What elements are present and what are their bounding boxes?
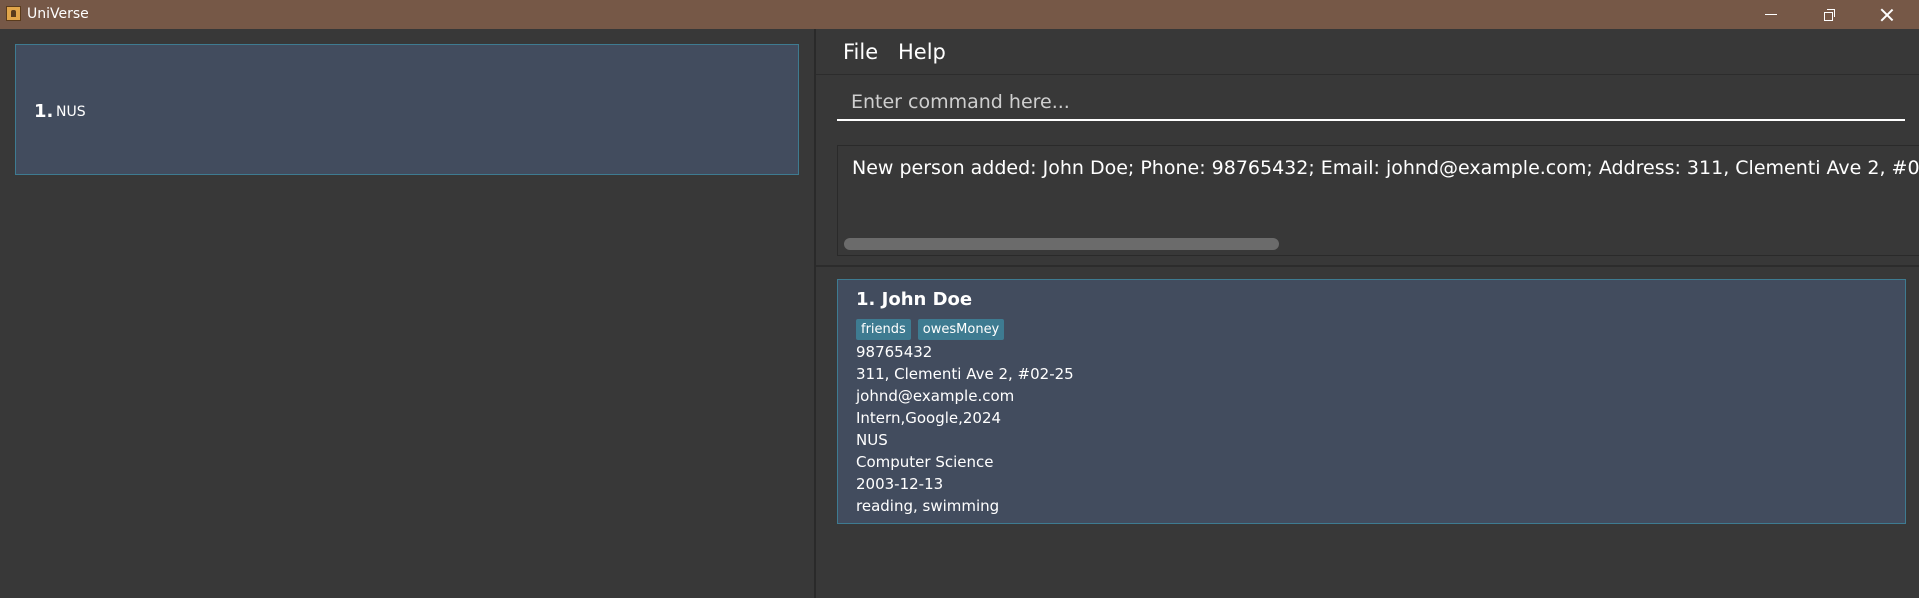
person-phone: 98765432 (856, 343, 933, 361)
university-list-panel: 1. NUS (0, 29, 814, 598)
command-input[interactable] (837, 85, 1905, 121)
menu-bar: File Help (816, 29, 1919, 74)
person-details: 98765432 311, Clementi Ave 2, #02-25 joh… (856, 341, 1074, 517)
main-panel: File Help New person added: John Doe; Ph… (816, 29, 1919, 598)
window-title: UniVerse (27, 6, 89, 22)
restore-icon (1823, 9, 1835, 21)
menu-help[interactable]: Help (898, 39, 946, 65)
close-button[interactable] (1858, 0, 1916, 29)
university-card[interactable]: 1. NUS (15, 44, 799, 175)
result-display[interactable]: New person added: John Doe; Phone: 98765… (837, 145, 1919, 256)
result-message: New person added: John Doe; Phone: 98765… (852, 157, 1919, 179)
university-name: NUS (56, 104, 86, 120)
app-window: UniVerse 1. NUS File Help New person add… (0, 0, 1919, 598)
tag-badge: friends (856, 319, 911, 340)
person-birthday: 2003-12-13 (856, 475, 944, 493)
panel-separator (816, 265, 1919, 267)
person-interests: reading, swimming (856, 497, 1000, 515)
tag-list: friends owesMoney (856, 319, 1005, 340)
close-icon (1880, 8, 1894, 22)
person-major: Computer Science (856, 453, 994, 471)
title-bar[interactable]: UniVerse (0, 0, 1919, 29)
command-box (816, 74, 1919, 131)
tag-badge: owesMoney (917, 319, 1005, 340)
person-address: 311, Clementi Ave 2, #02-25 (856, 365, 1074, 383)
minimize-icon (1765, 14, 1777, 15)
university-index: 1. (34, 101, 54, 122)
person-email: johnd@example.com (856, 387, 1015, 405)
person-internship: Intern,Google,2024 (856, 409, 1002, 427)
menu-file[interactable]: File (843, 39, 878, 65)
minimize-button[interactable] (1742, 0, 1800, 29)
restore-button[interactable] (1800, 0, 1858, 29)
app-icon (6, 6, 21, 21)
person-card[interactable]: 1. John Doe friends owesMoney 98765432 3… (837, 279, 1906, 524)
person-university: NUS (856, 431, 888, 449)
horizontal-scrollbar[interactable] (844, 238, 1279, 250)
person-name: 1. John Doe (856, 289, 973, 310)
